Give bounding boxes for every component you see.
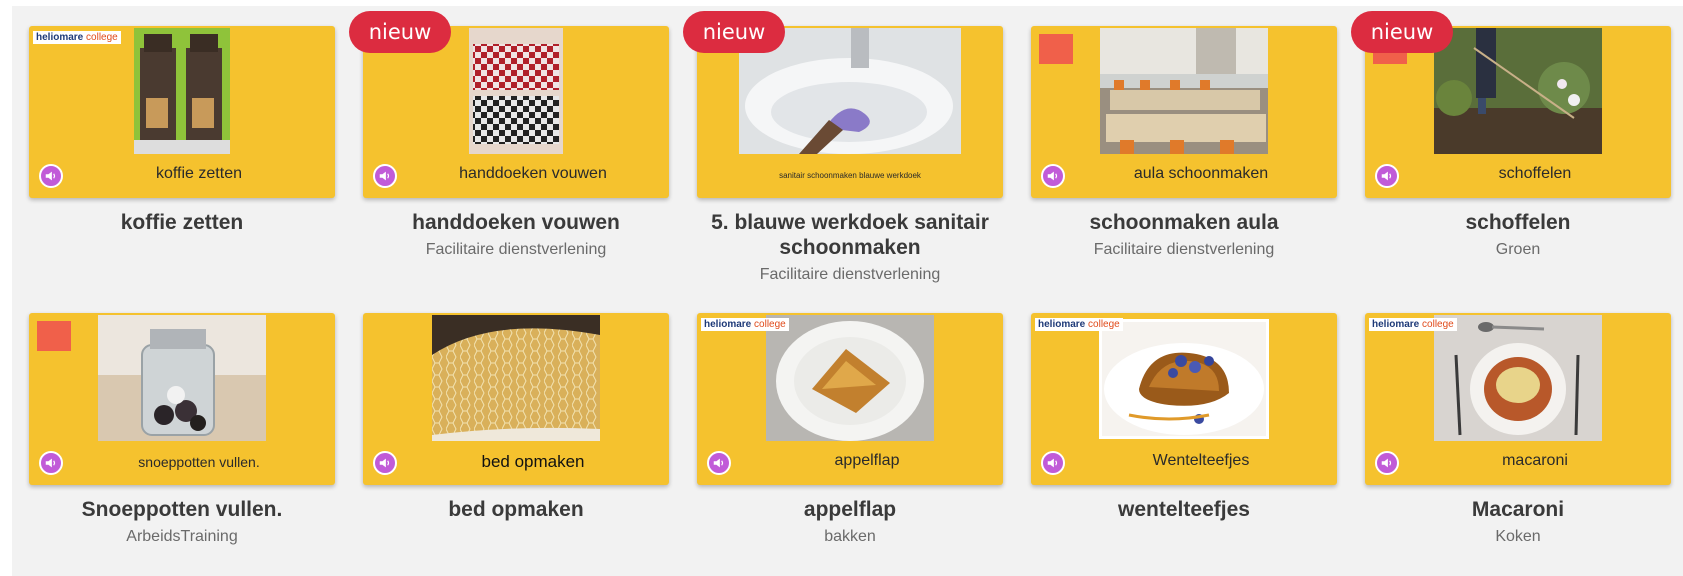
speaker-icon[interactable] bbox=[1375, 451, 1399, 475]
heliomare-college-logo: heliomare college bbox=[33, 31, 121, 44]
photo-checkered-towels bbox=[469, 28, 563, 154]
speaker-icon[interactable] bbox=[39, 164, 63, 188]
stap-voor-stap-logo bbox=[37, 321, 71, 351]
card-thumbnail[interactable]: heliomare college macaroni bbox=[1365, 313, 1671, 485]
card-title[interactable]: bed opmaken bbox=[363, 497, 669, 522]
new-badge: nieuw bbox=[1351, 11, 1453, 53]
photo-hoeing-garden bbox=[1434, 28, 1602, 154]
card-title[interactable]: Snoeppotten vullen. bbox=[29, 497, 335, 522]
card-title[interactable]: Macaroni bbox=[1365, 497, 1671, 522]
card-title[interactable]: schoffelen bbox=[1365, 210, 1671, 235]
heliomare-college-logo: heliomare college bbox=[1369, 318, 1457, 331]
photo-french-toast bbox=[1099, 319, 1269, 439]
speaker-icon[interactable] bbox=[373, 164, 397, 188]
activity-card[interactable]: snoeppotten vullen. Snoeppotten vullen. … bbox=[29, 313, 335, 553]
speaker-icon[interactable] bbox=[1375, 164, 1399, 188]
card-category: Facilitaire dienstverlening bbox=[1093, 241, 1275, 258]
card-title[interactable]: 5. blauwe werkdoek sanitair schoonmaken bbox=[697, 210, 1003, 260]
thumbnail-label: koffie zetten bbox=[156, 165, 242, 182]
activity-card[interactable]: heliomare college appelflap appelflap ba… bbox=[697, 313, 1003, 553]
card-thumbnail[interactable]: aula schoonmaken bbox=[1031, 26, 1337, 198]
thumbnail-label: sanitair schoonmaken blauwe werkdoek bbox=[779, 171, 921, 180]
thumbnail-label: macaroni bbox=[1502, 452, 1568, 469]
card-thumbnail[interactable]: heliomare college appelflap bbox=[697, 313, 1003, 485]
activity-card[interactable]: aula schoonmaken schoonmaken aula Facili… bbox=[1031, 26, 1337, 313]
photo-bed-sheet bbox=[432, 315, 600, 441]
new-badge: nieuw bbox=[349, 11, 451, 53]
speaker-icon[interactable] bbox=[707, 451, 731, 475]
heliomare-college-logo: heliomare college bbox=[701, 318, 789, 331]
photo-coffee-machines bbox=[134, 28, 230, 154]
speaker-icon[interactable] bbox=[1041, 164, 1065, 188]
card-title[interactable]: appelflap bbox=[697, 497, 1003, 522]
card-thumbnail[interactable]: snoeppotten vullen. bbox=[29, 313, 335, 485]
card-title[interactable]: schoonmaken aula bbox=[1031, 210, 1337, 235]
card-category: Facilitaire dienstverlening bbox=[425, 241, 607, 258]
activity-card[interactable]: heliomare college macaroni Macaroni Koke… bbox=[1365, 313, 1671, 553]
photo-apple-turnover bbox=[766, 315, 934, 441]
activity-card[interactable]: nieuw bbox=[349, 11, 669, 313]
new-badge: nieuw bbox=[683, 11, 785, 53]
stap-voor-stap-logo bbox=[1039, 34, 1073, 64]
card-category: bakken bbox=[824, 528, 876, 545]
activity-grid: heliomare college koffie zetten koffie z… bbox=[29, 11, 1671, 553]
card-category: Facilitaire dienstverlening bbox=[759, 266, 941, 283]
card-title[interactable]: wentelteefjes bbox=[1031, 497, 1337, 522]
card-category: ArbeidsTraining bbox=[126, 528, 238, 545]
activity-card[interactable]: nieuw sanitair schoonmaken blauwe werkdo… bbox=[683, 11, 1003, 313]
activity-card[interactable]: heliomare college Wentelteefjes wentelte… bbox=[1031, 313, 1337, 553]
thumbnail-label: handdoeken vouwen bbox=[459, 165, 607, 182]
photo-aula-tables bbox=[1100, 28, 1268, 154]
speaker-icon[interactable] bbox=[1041, 451, 1065, 475]
thumbnail-label: appelflap bbox=[834, 452, 900, 469]
card-title[interactable]: handdoeken vouwen bbox=[363, 210, 669, 235]
heliomare-college-logo: heliomare college bbox=[1035, 318, 1123, 331]
thumbnail-label: snoeppotten vullen. bbox=[138, 454, 260, 470]
card-thumbnail[interactable]: heliomare college koffie zetten bbox=[29, 26, 335, 198]
thumbnail-label: schoffelen bbox=[1498, 165, 1572, 182]
card-thumbnail[interactable]: bed opmaken bbox=[363, 313, 669, 485]
thumbnail-label: Wentelteefjes bbox=[1152, 452, 1250, 469]
activity-card[interactable]: bed opmaken bed opmaken bbox=[363, 313, 669, 553]
speaker-icon[interactable] bbox=[373, 451, 397, 475]
page-background: heliomare college koffie zetten koffie z… bbox=[12, 6, 1683, 576]
speaker-icon[interactable] bbox=[39, 451, 63, 475]
card-category: Groen bbox=[1495, 241, 1541, 258]
activity-card[interactable]: heliomare college koffie zetten koffie z… bbox=[29, 26, 335, 313]
card-thumbnail[interactable]: heliomare college Wentelteefjes bbox=[1031, 313, 1337, 485]
card-title[interactable]: koffie zetten bbox=[29, 210, 335, 235]
card-category: Koken bbox=[1495, 528, 1541, 545]
activity-card[interactable]: nieuw bbox=[1351, 11, 1671, 313]
thumbnail-label: bed opmaken bbox=[481, 452, 585, 471]
photo-candy-jar bbox=[98, 315, 266, 441]
photo-macaroni-plate bbox=[1434, 315, 1602, 441]
thumbnail-label: aula schoonmaken bbox=[1133, 165, 1269, 182]
